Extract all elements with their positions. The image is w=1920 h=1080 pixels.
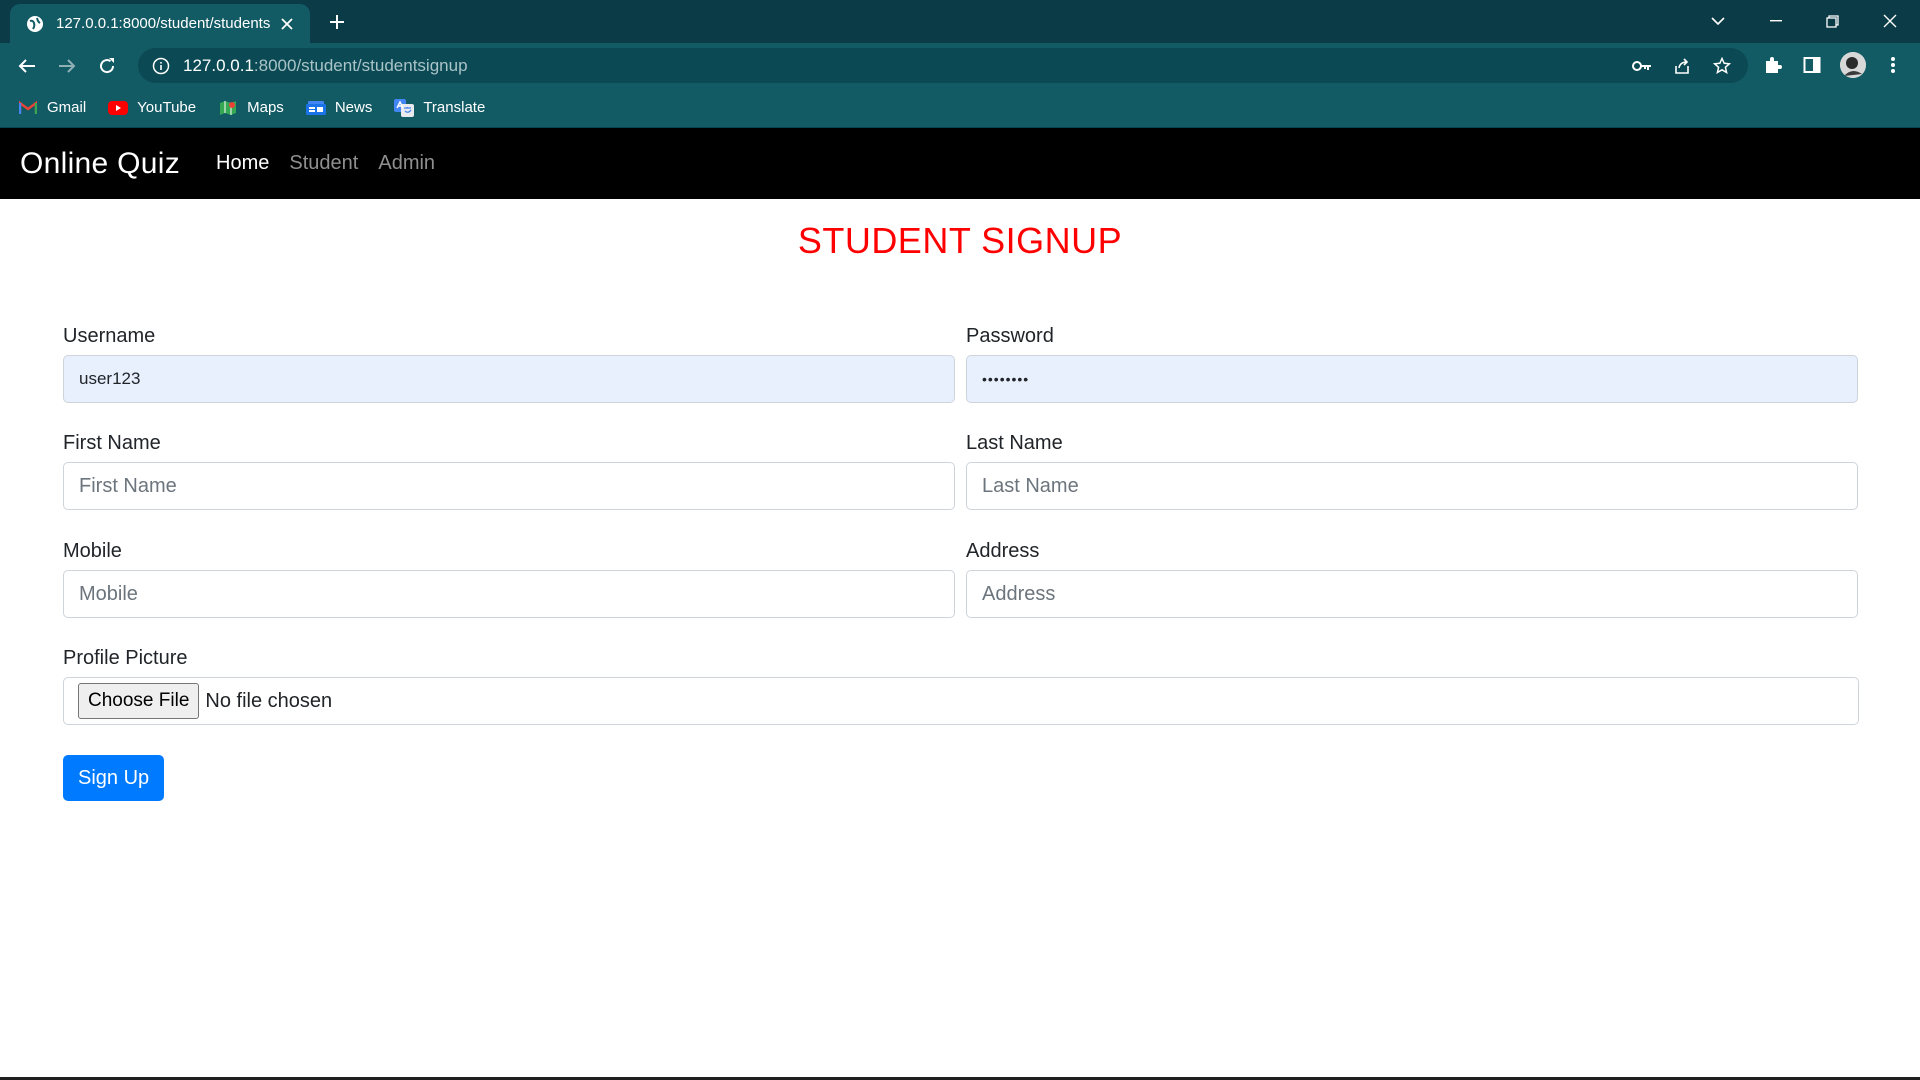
news-icon xyxy=(305,98,326,118)
address-group: Address Address xyxy=(966,540,1858,618)
password-input[interactable]: •••••••• xyxy=(966,355,1858,403)
bookmark-translate[interactable]: Translate xyxy=(394,98,485,118)
username-group: Username user123 xyxy=(63,325,955,403)
bookmark-star-icon[interactable] xyxy=(1712,56,1732,76)
page-title: STUDENT SIGNUP xyxy=(797,220,1123,261)
profile-picture-group: Profile Picture Choose File No file chos… xyxy=(63,647,1859,725)
site-info-icon[interactable] xyxy=(152,57,170,75)
nav-link-home[interactable]: Home xyxy=(216,152,269,175)
tab-search-icon[interactable] xyxy=(1696,6,1740,36)
browser-tab[interactable]: 127.0.0.1:8000/student/studentsi xyxy=(10,4,310,43)
new-tab-icon[interactable] xyxy=(324,9,350,35)
password-label: Password xyxy=(966,325,1054,347)
last-name-input[interactable]: Last Name xyxy=(966,462,1858,510)
file-status-text: No file chosen xyxy=(205,689,333,712)
mobile-input[interactable]: Mobile xyxy=(63,570,955,618)
more-menu-icon[interactable] xyxy=(1882,54,1904,76)
site-navbar: Online Quiz Home Student Admin xyxy=(0,128,1920,199)
translate-icon xyxy=(394,98,415,118)
profile-avatar[interactable] xyxy=(1840,52,1866,78)
share-icon[interactable] xyxy=(1672,56,1692,76)
username-input[interactable]: user123 xyxy=(63,355,955,403)
url-text: 127.0.0.1:8000/student/studentsignup xyxy=(183,55,468,75)
restore-icon[interactable] xyxy=(1810,6,1854,36)
key-icon[interactable] xyxy=(1632,56,1652,76)
mobile-group: Mobile Mobile xyxy=(63,540,955,618)
address-bar[interactable]: 127.0.0.1:8000/student/studentsignup xyxy=(138,48,1748,83)
browser-toolbar: 127.0.0.1:8000/student/studentsignup xyxy=(0,43,1920,88)
address-placeholder: Address xyxy=(982,582,1056,605)
side-panel-icon[interactable] xyxy=(1801,54,1823,76)
browser-tabstrip: 127.0.0.1:8000/student/studentsi xyxy=(0,0,1920,43)
choose-file-button[interactable]: Choose File xyxy=(78,683,200,719)
first-name-input[interactable]: First Name xyxy=(63,462,955,510)
mobile-label: Mobile xyxy=(63,540,122,562)
last-name-group: Last Name Last Name xyxy=(966,432,1858,510)
address-label: Address xyxy=(966,540,1040,562)
youtube-icon xyxy=(108,98,129,118)
bookmark-gmail[interactable]: Gmail xyxy=(18,98,86,118)
extensions-puzzle-icon[interactable] xyxy=(1762,54,1784,76)
first-name-placeholder: First Name xyxy=(79,474,177,497)
first-name-label: First Name xyxy=(63,432,161,454)
first-name-group: First Name First Name xyxy=(63,432,955,510)
nav-link-admin[interactable]: Admin xyxy=(378,152,435,175)
bookmark-news[interactable]: News xyxy=(305,98,372,118)
forward-arrow-icon[interactable] xyxy=(52,51,82,81)
last-name-label: Last Name xyxy=(966,432,1063,454)
mobile-placeholder: Mobile xyxy=(79,582,138,605)
password-group: Password •••••••• xyxy=(966,325,1858,403)
address-input[interactable]: Address xyxy=(966,570,1858,618)
bookmarks-bar: Gmail YouTube Maps News Translate xyxy=(0,88,1920,128)
reload-icon[interactable] xyxy=(92,51,122,81)
last-name-placeholder: Last Name xyxy=(982,474,1079,497)
brand-logo[interactable]: Online Quiz xyxy=(20,147,180,181)
close-tab-icon[interactable] xyxy=(278,15,296,33)
tab-title: 127.0.0.1:8000/student/studentsi xyxy=(56,15,270,32)
username-label: Username xyxy=(63,325,156,347)
globe-icon xyxy=(26,15,44,33)
nav-link-student[interactable]: Student xyxy=(289,152,358,175)
bookmark-maps[interactable]: Maps xyxy=(218,98,284,118)
back-arrow-icon[interactable] xyxy=(12,51,42,81)
sign-up-button[interactable]: Sign Up xyxy=(63,755,165,801)
close-window-icon[interactable] xyxy=(1868,6,1912,36)
minimize-icon[interactable] xyxy=(1754,6,1798,36)
profile-picture-file-input[interactable]: Choose File No file chosen xyxy=(63,677,1859,725)
profile-picture-label: Profile Picture xyxy=(63,647,188,669)
gmail-icon xyxy=(18,98,38,118)
bookmark-youtube[interactable]: YouTube xyxy=(108,98,196,118)
maps-icon xyxy=(218,98,238,118)
